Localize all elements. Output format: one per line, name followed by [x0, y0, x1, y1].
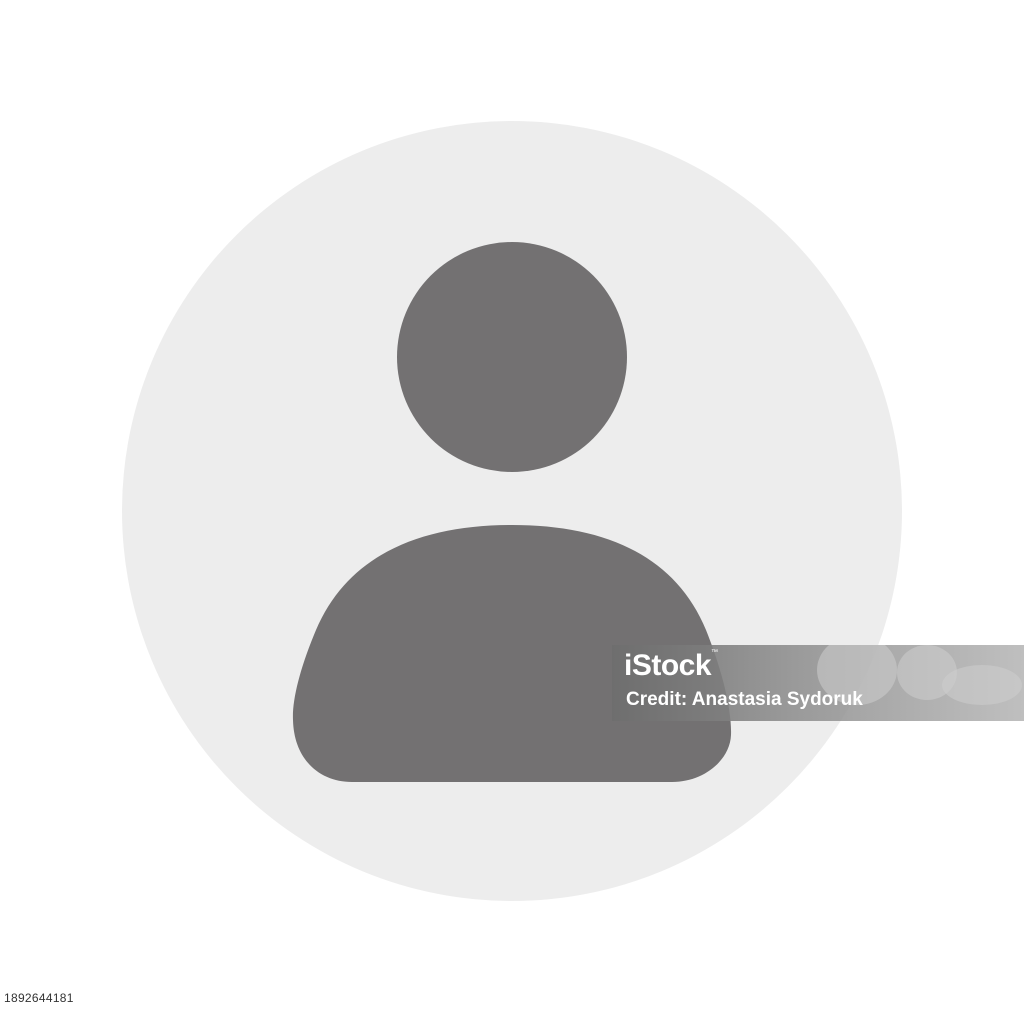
- avatar-background-circle: [122, 121, 902, 901]
- watermark-credit: Credit: Anastasia Sydoruk: [626, 689, 863, 710]
- user-head-icon: [397, 242, 627, 472]
- image-id-label: 1892644181: [4, 991, 74, 1005]
- watermark-logo: iStock™: [624, 649, 718, 682]
- stock-watermark: iStock™ Credit: Anastasia Sydoruk: [612, 645, 1024, 721]
- avatar-placeholder: [122, 121, 902, 901]
- image-canvas: iStock™ Credit: Anastasia Sydoruk 189264…: [0, 0, 1024, 1024]
